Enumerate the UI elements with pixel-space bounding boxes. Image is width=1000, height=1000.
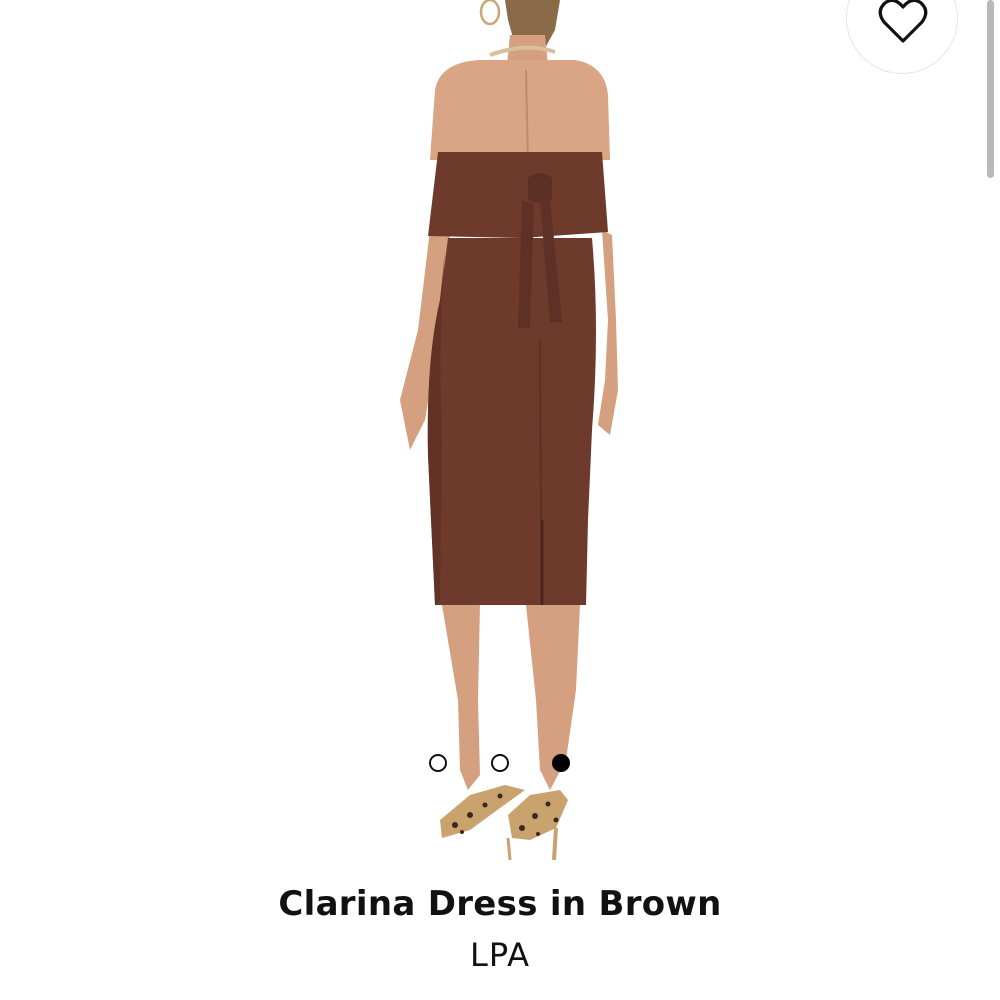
carousel-dot-2[interactable] — [491, 754, 509, 772]
scrollbar-thumb[interactable] — [987, 0, 994, 178]
carousel-dot-3[interactable] — [552, 754, 570, 772]
product-brand[interactable]: LPA — [0, 936, 1000, 974]
model-photo — [400, 0, 618, 861]
product-image[interactable] — [330, 0, 670, 870]
carousel-dot-1[interactable] — [429, 754, 447, 772]
product-title: Clarina Dress in Brown — [278, 884, 722, 924]
carousel-dots — [427, 754, 577, 776]
favorite-button[interactable] — [846, 0, 958, 74]
heart-icon — [878, 0, 928, 43]
product-page: Clarina Dress in Brown LPA — [0, 0, 1000, 1000]
scrollbar[interactable] — [984, 0, 1000, 1000]
